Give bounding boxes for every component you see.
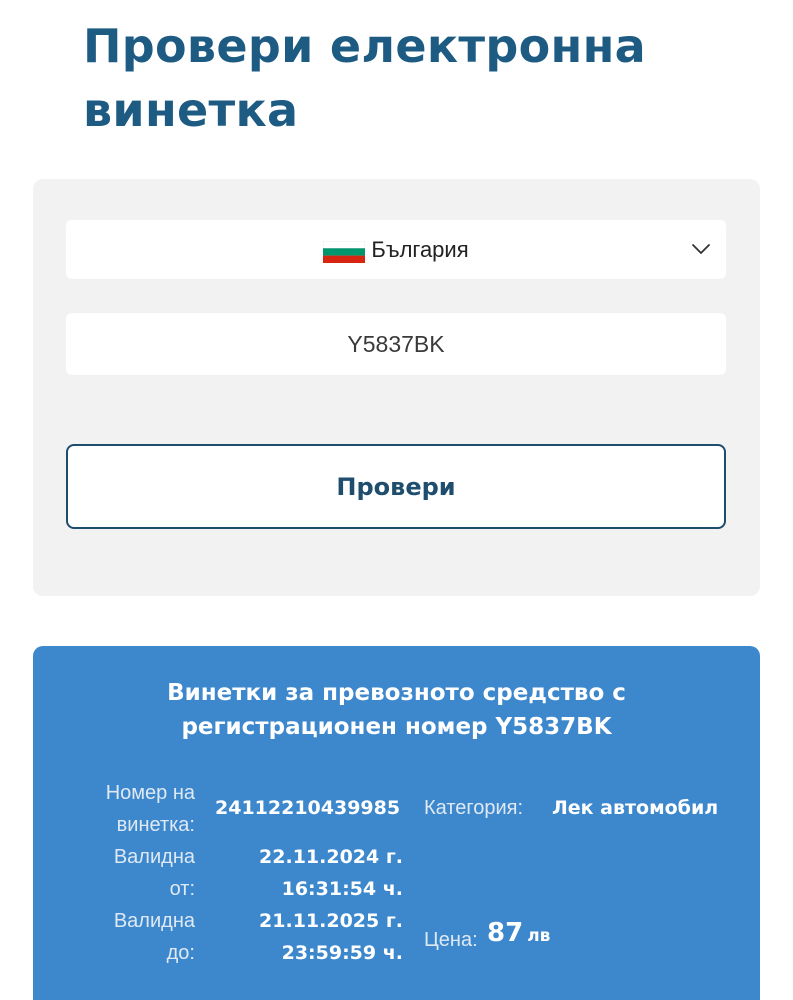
country-select[interactable]: България [66,220,726,279]
price-label: Цена: [424,929,478,951]
category-value: Лек автомобил [552,797,719,819]
valid-to-label: Валидна до: [113,910,195,964]
price-currency: лв [527,926,551,946]
result-title: Винетки за превозното средство с регистр… [167,680,626,740]
page-title: Провери електронна винетка [83,19,647,137]
vignette-check-form: България Провери [33,179,760,596]
vignette-number-value: 24112210439985 [215,797,401,819]
valid-from-label: Валидна от: [113,846,195,900]
bulgaria-flag-icon [323,240,366,263]
valid-from-time: 16:31:54 ч. [281,878,403,900]
valid-to-value: 21.11.2025 г. 23:59:59 ч. [213,905,403,969]
valid-from-value: 22.11.2024 г. 16:31:54 ч. [213,841,403,905]
category-label: Категория: [424,797,524,819]
plate-number-input[interactable] [66,313,726,375]
check-button[interactable]: Провери [66,444,726,529]
page: Провери електронна винетка България Y583… [0,0,793,1000]
country-label: България [371,236,469,262]
valid-to-time: 23:59:59 ч. [281,942,403,964]
price-value: 87 лв [487,918,550,948]
vignette-result-panel: Винетки за превозното средство с регистр… [33,646,760,1000]
valid-to-date: 21.11.2025 г. [259,910,403,932]
chevron-down-icon[interactable] [690,238,712,260]
vignette-number-label: Номер на винетка: [105,782,195,836]
price-amount: 87 [487,918,524,948]
valid-from-date: 22.11.2024 г. [259,846,403,868]
country-select-value: България [66,220,726,279]
